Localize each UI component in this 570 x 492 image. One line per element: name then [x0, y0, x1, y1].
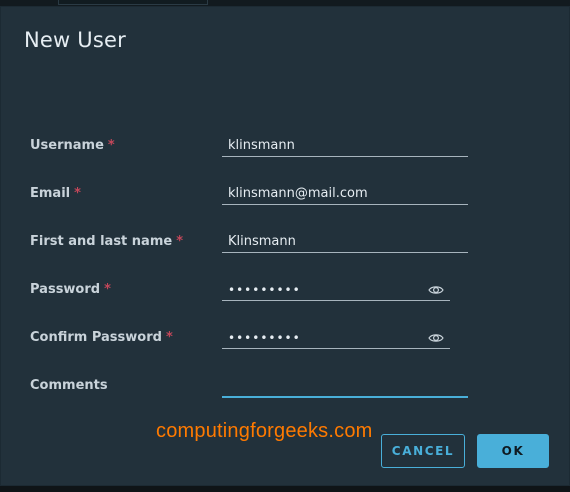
eye-icon[interactable]	[428, 330, 444, 346]
password-label: Password *	[30, 282, 111, 297]
confirm-password-label-text: Confirm Password	[30, 330, 162, 345]
confirm-password-label: Confirm Password *	[30, 330, 173, 345]
comments-label-text: Comments	[30, 378, 108, 393]
email-value: klinsmann@mail.com	[228, 186, 368, 201]
cancel-button[interactable]: CANCEL	[381, 434, 465, 468]
email-label-text: Email	[30, 186, 71, 201]
username-value: klinsmann	[228, 138, 295, 153]
password-input[interactable]: •••••••••	[222, 279, 450, 301]
confirm-password-value: •••••••••	[228, 331, 301, 345]
full-name-value: Klinsmann	[228, 234, 296, 249]
required-marker: *	[74, 186, 81, 201]
email-input[interactable]: klinsmann@mail.com	[222, 183, 468, 205]
username-input[interactable]: klinsmann	[222, 135, 468, 157]
full-name-label-text: First and last name	[30, 234, 173, 249]
full-name-label: First and last name *	[30, 234, 183, 249]
ok-button[interactable]: OK	[477, 434, 549, 468]
password-label-text: Password	[30, 282, 101, 297]
required-marker: *	[165, 330, 173, 345]
confirm-password-input[interactable]: •••••••••	[222, 327, 450, 349]
dialog-title: New User	[24, 28, 126, 52]
eye-icon[interactable]	[428, 282, 444, 298]
comments-input[interactable]	[222, 376, 468, 398]
full-name-input[interactable]: Klinsmann	[222, 231, 468, 253]
watermark-text: computingforgeeks.com	[156, 420, 373, 442]
password-value: •••••••••	[228, 283, 301, 297]
username-label: Username *	[30, 138, 115, 153]
email-label: Email *	[30, 186, 81, 201]
required-marker: *	[176, 234, 183, 249]
new-user-dialog: New User Username * klinsmann Email * klin…	[0, 6, 570, 486]
top-tab[interactable]	[58, 0, 208, 5]
comments-label: Comments	[30, 378, 108, 393]
required-marker: *	[104, 282, 111, 297]
bottom-edge	[0, 486, 570, 492]
username-label-text: Username	[30, 138, 104, 153]
required-marker: *	[107, 138, 115, 153]
